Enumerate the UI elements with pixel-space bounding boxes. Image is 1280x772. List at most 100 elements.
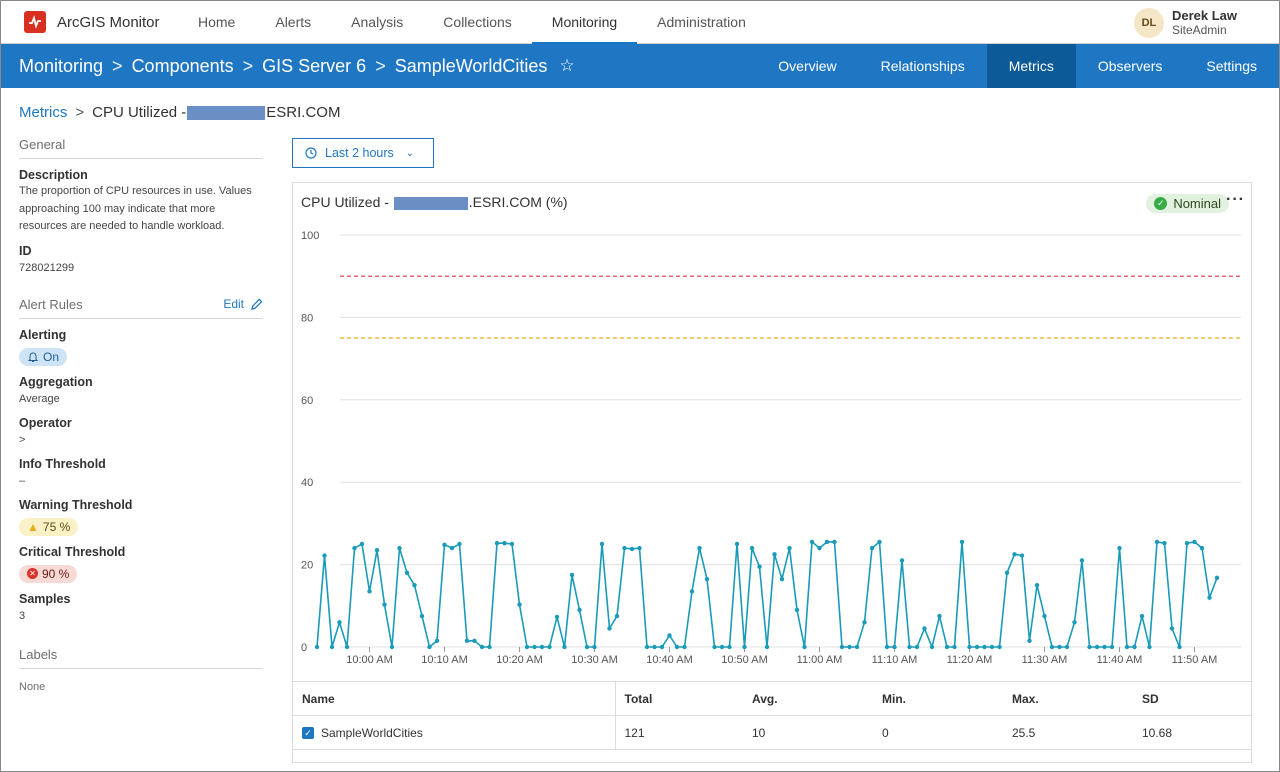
data-point[interactable] [584, 644, 590, 650]
nav-home[interactable]: Home [178, 1, 255, 44]
data-point[interactable] [1094, 644, 1100, 650]
edit-alert-rules-button[interactable]: Edit [223, 297, 263, 311]
data-point[interactable] [337, 620, 342, 625]
data-point[interactable] [472, 638, 477, 644]
tab-overview[interactable]: Overview [756, 44, 858, 88]
nav-collections[interactable]: Collections [423, 1, 531, 44]
data-point[interactable] [674, 644, 680, 650]
data-point[interactable] [1042, 613, 1047, 619]
data-point[interactable] [1132, 644, 1137, 650]
data-point[interactable] [427, 644, 432, 650]
data-point[interactable] [854, 644, 860, 650]
data-point[interactable] [569, 572, 575, 578]
data-point[interactable] [464, 638, 470, 644]
data-point[interactable] [397, 545, 402, 551]
data-point[interactable] [877, 539, 882, 545]
data-point[interactable] [389, 644, 395, 650]
data-point[interactable] [614, 613, 620, 619]
data-point[interactable] [517, 602, 522, 607]
app-brand[interactable]: ArcGIS Monitor [1, 1, 178, 44]
data-point[interactable] [1019, 553, 1025, 558]
data-point[interactable] [1064, 644, 1070, 650]
data-point[interactable] [907, 644, 912, 650]
data-point[interactable] [1109, 644, 1115, 650]
data-point[interactable] [1004, 570, 1010, 576]
data-point[interactable] [967, 644, 972, 650]
data-point[interactable] [959, 539, 965, 545]
data-point[interactable] [1162, 540, 1167, 546]
data-point[interactable] [449, 545, 455, 551]
data-point[interactable] [719, 644, 725, 650]
data-point[interactable] [487, 644, 492, 650]
series-checkbox[interactable]: ✓ [302, 727, 314, 740]
tab-metrics[interactable]: Metrics [986, 44, 1076, 88]
data-point[interactable] [1079, 558, 1085, 563]
nav-analysis[interactable]: Analysis [331, 1, 423, 44]
data-point[interactable] [772, 552, 777, 557]
data-point[interactable] [989, 644, 995, 650]
data-point[interactable] [599, 541, 605, 547]
data-point[interactable] [479, 644, 485, 650]
data-point[interactable] [547, 644, 552, 650]
data-point[interactable] [1199, 545, 1205, 551]
data-point[interactable] [592, 644, 597, 650]
data-point[interactable] [689, 589, 695, 594]
data-point[interactable] [817, 545, 822, 551]
data-point[interactable] [412, 583, 417, 588]
data-point[interactable] [944, 644, 950, 650]
data-point[interactable] [847, 644, 852, 650]
tab-relationships[interactable]: Relationships [859, 44, 987, 88]
data-point[interactable] [637, 545, 642, 551]
data-point[interactable] [577, 607, 582, 613]
data-point[interactable] [712, 644, 717, 650]
data-point[interactable] [922, 626, 927, 631]
data-point[interactable] [1184, 540, 1190, 546]
data-point[interactable] [787, 545, 792, 551]
data-point[interactable] [644, 644, 650, 650]
data-point[interactable] [502, 540, 507, 546]
data-point[interactable] [1154, 539, 1160, 545]
data-point[interactable] [1124, 644, 1130, 650]
data-point[interactable] [329, 644, 335, 650]
data-point[interactable] [659, 644, 665, 650]
data-point[interactable] [952, 644, 957, 650]
data-point[interactable] [839, 644, 845, 650]
data-point[interactable] [779, 576, 785, 582]
data-point[interactable] [794, 607, 800, 613]
data-point[interactable] [802, 644, 807, 650]
data-point[interactable] [697, 545, 702, 551]
data-point[interactable] [539, 644, 545, 650]
data-point[interactable] [809, 539, 815, 545]
data-point[interactable] [1072, 620, 1077, 625]
data-point[interactable] [562, 644, 567, 650]
data-point[interactable] [892, 644, 897, 650]
data-point[interactable] [727, 644, 732, 650]
data-point[interactable] [1139, 613, 1145, 619]
breadcrumb-components[interactable]: Components [132, 56, 234, 77]
data-point[interactable] [1102, 644, 1107, 650]
metrics-link[interactable]: Metrics [19, 104, 67, 121]
data-point[interactable] [749, 545, 755, 551]
data-point[interactable] [374, 547, 380, 553]
data-point[interactable] [1192, 539, 1197, 545]
data-point[interactable] [434, 638, 440, 644]
data-point[interactable] [929, 644, 935, 650]
data-point[interactable] [869, 545, 875, 551]
nav-administration[interactable]: Administration [637, 1, 766, 44]
data-point[interactable] [1057, 644, 1062, 650]
data-point[interactable] [367, 589, 372, 594]
data-point[interactable] [314, 644, 320, 650]
data-point[interactable] [884, 644, 890, 650]
data-point[interactable] [824, 539, 830, 545]
data-point[interactable] [1012, 552, 1017, 557]
data-point[interactable] [914, 644, 920, 650]
data-point[interactable] [622, 545, 627, 551]
data-point[interactable] [419, 613, 425, 619]
data-point[interactable] [359, 541, 365, 547]
data-point[interactable] [682, 644, 687, 650]
data-point[interactable] [1177, 644, 1182, 650]
data-point[interactable] [832, 539, 837, 545]
data-point[interactable] [629, 546, 635, 552]
data-point[interactable] [667, 633, 672, 638]
nav-alerts[interactable]: Alerts [255, 1, 331, 44]
